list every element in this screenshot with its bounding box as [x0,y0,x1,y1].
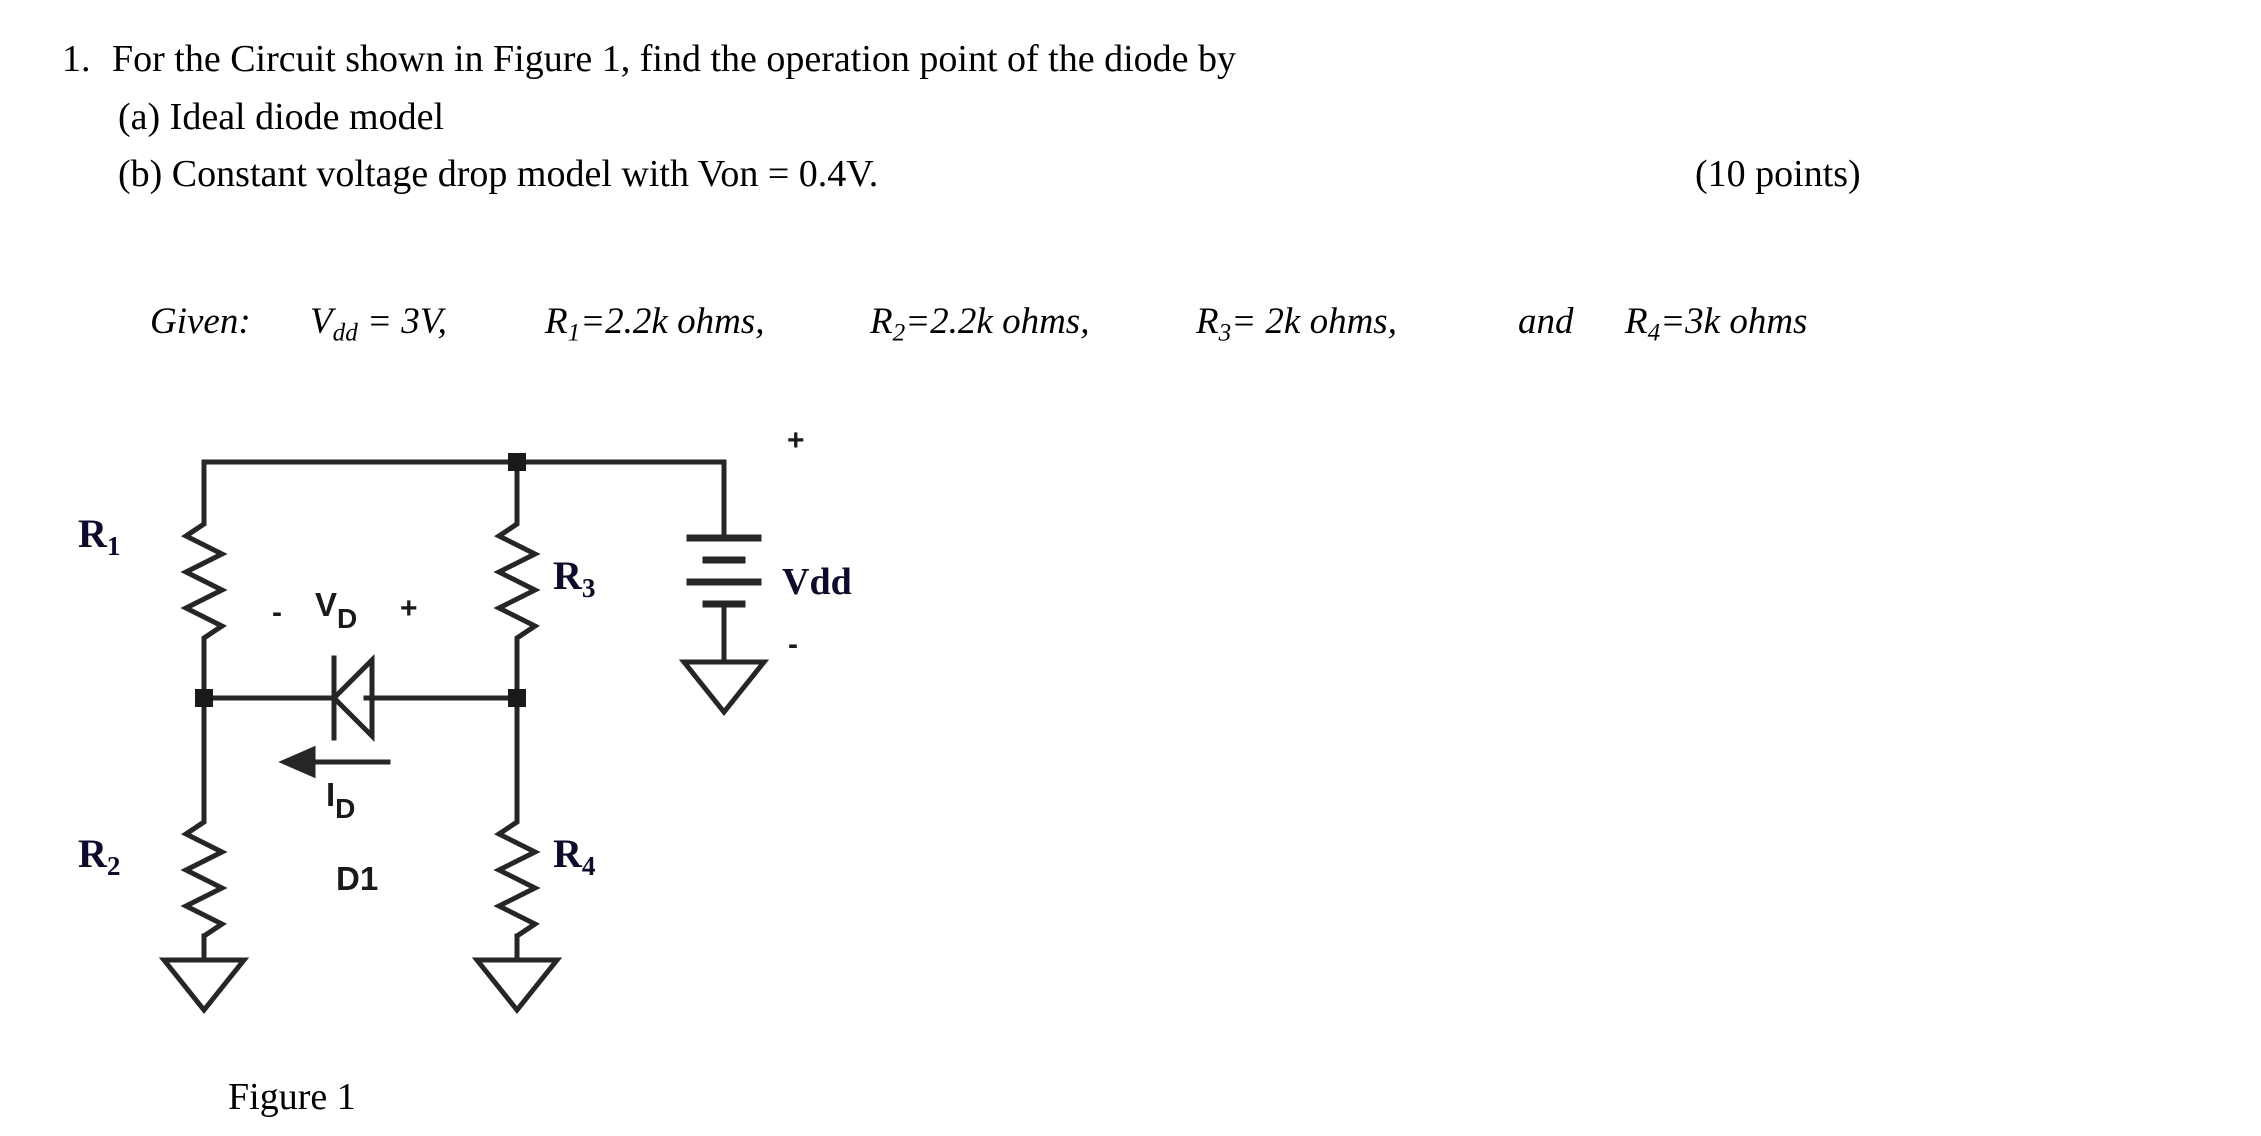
problem-part-a: (a) Ideal diode model [118,96,445,138]
problem-part-b: (b) Constant voltage drop model with Von… [118,153,879,195]
current-arrow-head [278,745,316,779]
label-vd: VD [315,586,358,634]
label-vdd-source: Vdd [782,561,852,603]
resistor-r3-symbol [493,515,541,701]
label-id: ID [326,776,356,824]
problem-line-main: For the Circuit shown in Figure 1, find … [112,38,1237,80]
given-r1: R1=2.2k ohms, [545,301,765,347]
label-r2: R2 [78,831,121,882]
problem-points: (10 points) [1695,153,1861,195]
given-r4: R4=3k ohms [1625,301,1808,347]
junction-dot-mid-middle [508,689,526,707]
label-source-minus: - [788,628,798,661]
label-r1: R1 [78,511,121,562]
given-vdd: Vdd = 3V, [310,301,447,347]
label-vd-plus: + [400,592,418,625]
given-and: and [1518,301,1574,342]
junction-dot-left-middle [195,689,213,707]
ground-symbol-left [158,957,250,1015]
problem-number: 1. [62,38,91,80]
resistor-r2-symbol [180,813,228,943]
label-d1: D1 [336,860,379,897]
junction-dot-top [508,453,526,471]
ground-symbol-battery [678,659,770,717]
problem-statement: 1. For the Circuit shown in Figure 1, fi… [0,0,2261,240]
given-label: Given: [150,301,251,342]
given-r3: R3= 2k ohms, [1196,301,1397,347]
label-source-plus: + [787,424,805,457]
given-values-line: Given: Vdd = 3V, R1=2.2k ohms, R2=2.2k o… [0,300,2261,360]
resistor-r4-symbol [493,813,541,943]
label-r4: R4 [553,831,596,882]
circuit-diagram-figure-1: R1 R2 R3 R4 - VD + ID D1 Vdd + - [0,420,1100,1020]
resistor-r1-symbol [180,515,228,701]
given-r2: R2=2.2k ohms, [870,301,1090,347]
label-vd-minus: - [272,596,282,629]
label-r3: R3 [553,553,596,604]
figure-caption: Figure 1 [228,1076,356,1118]
ground-symbol-middle [471,957,563,1015]
